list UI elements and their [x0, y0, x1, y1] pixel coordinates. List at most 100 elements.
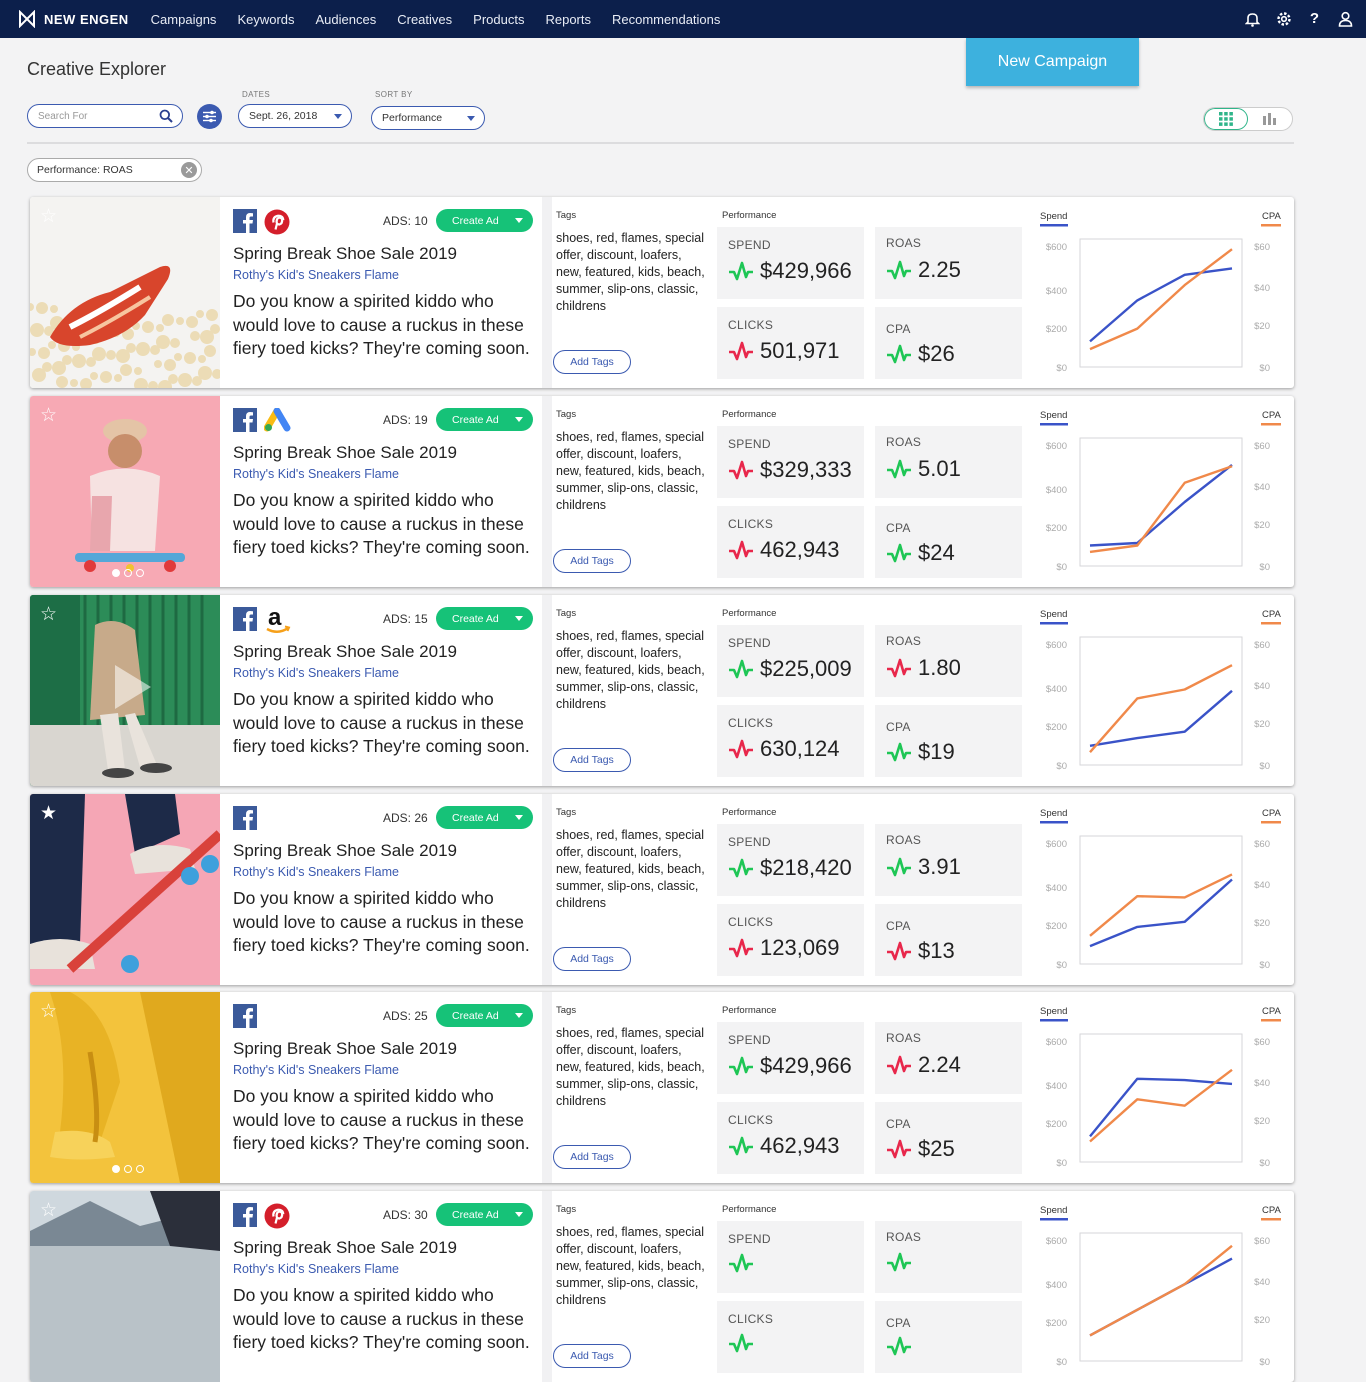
performance-section: Performance SPEND $218,420 ROAS 3.91 CLICK… — [717, 794, 1027, 985]
creative-subtitle[interactable]: Rothy's Kid's Sneakers Flame — [233, 467, 399, 481]
nav-campaigns[interactable]: Campaigns — [151, 12, 217, 27]
nav-recommendations[interactable]: Recommendations — [612, 12, 720, 27]
star-outline-icon[interactable]: ☆ — [40, 406, 57, 425]
star-outline-icon[interactable]: ☆ — [40, 605, 57, 624]
roas-value: 3.91 — [918, 854, 961, 879]
spend-cpa-chart: Spend CPA $600 $400 $200 $0 $60 $40 $20 $0 — [1027, 595, 1294, 786]
chart-svg: Spend CPA $600 $400 $200 $0 $60 $40 $20 $0 — [1040, 1205, 1281, 1368]
spend-label: SPEND — [728, 1232, 771, 1246]
help-icon[interactable]: ? — [1306, 10, 1323, 27]
create-ad-button[interactable]: Create Ad — [436, 806, 533, 829]
add-tags-button[interactable]: Add Tags — [553, 350, 631, 374]
legend-spend-swatch — [1040, 821, 1068, 824]
carousel-dot[interactable] — [124, 569, 132, 577]
clicks-metric: CLICKS 630,124 — [717, 705, 864, 777]
roas-metric: ROAS 2.24 — [875, 1022, 1022, 1094]
create-ad-button[interactable]: Create Ad — [436, 209, 533, 232]
clicks-value: 630,124 — [760, 736, 840, 761]
carousel-dots[interactable] — [112, 569, 144, 577]
plot-area — [1079, 238, 1243, 368]
y-left-tick: $600 — [1046, 441, 1067, 452]
y-right-tick: $40 — [1254, 482, 1270, 493]
add-tags-button[interactable]: Add Tags — [553, 1344, 631, 1368]
creative-thumbnail[interactable]: ☆ — [30, 1191, 220, 1382]
sort-select[interactable]: Performance — [371, 106, 485, 130]
clicks-label: CLICKS — [728, 318, 774, 332]
creative-thumbnail[interactable]: ☆ — [30, 992, 220, 1183]
search-input[interactable]: Search For — [27, 104, 183, 128]
creative-subtitle[interactable]: Rothy's Kid's Sneakers Flame — [233, 666, 399, 680]
y-left-tick: $0 — [1056, 1158, 1067, 1169]
create-ad-button[interactable]: Create Ad — [436, 408, 533, 431]
bar-view-button[interactable] — [1248, 108, 1292, 130]
new-campaign-button[interactable]: New Campaign — [966, 38, 1139, 86]
dates-label: DATES — [242, 90, 271, 99]
brand-logo[interactable]: NEW ENGEN — [18, 10, 129, 28]
roas-metric: ROAS 5.01 — [875, 426, 1022, 498]
bell-icon[interactable] — [1244, 10, 1261, 27]
creative-subtitle[interactable]: Rothy's Kid's Sneakers Flame — [233, 1063, 399, 1077]
amazon-icon: a — [264, 604, 292, 640]
nav-reports[interactable]: Reports — [545, 12, 591, 27]
add-tags-button[interactable]: Add Tags — [553, 549, 631, 573]
carousel-dots[interactable] — [112, 1165, 144, 1173]
create-ad-label: Create Ad — [452, 1009, 499, 1022]
creative-title: Spring Break Shoe Sale 2019 — [233, 841, 457, 860]
creative-thumbnail[interactable]: ☆ — [30, 396, 220, 587]
carousel-dot[interactable] — [136, 569, 144, 577]
legend-cpa-swatch — [1261, 1019, 1281, 1022]
performance-label: Performance — [722, 807, 777, 818]
y-right-tick: $60 — [1254, 441, 1270, 452]
grid-view-button[interactable] — [1204, 108, 1249, 130]
date-select[interactable]: Sept. 26, 2018 — [238, 104, 352, 128]
legend-spend: Spend — [1040, 609, 1067, 620]
tags-section: Tags shoes, red, flames, special offer, … — [552, 992, 717, 1183]
trend-up-icon — [887, 459, 911, 479]
creative-thumbnail[interactable]: ☆ — [30, 197, 220, 388]
star-filled-icon[interactable]: ★ — [40, 804, 57, 823]
nav-audiences[interactable]: Audiences — [316, 12, 377, 27]
create-ad-button[interactable]: Create Ad — [436, 1004, 533, 1027]
roas-metric: ROAS — [875, 1221, 1022, 1293]
carousel-dot[interactable] — [112, 1165, 120, 1173]
search-icon[interactable] — [159, 109, 173, 123]
tags-section: Tags shoes, red, flames, special offer, … — [552, 595, 717, 786]
filter-chip-label: Performance: ROAS — [37, 164, 133, 176]
star-outline-icon[interactable]: ☆ — [40, 1201, 57, 1220]
chevron-down-icon — [334, 114, 342, 119]
performance-section: Performance SPEND $429,966 ROAS 2.25 CLICK… — [717, 197, 1027, 388]
close-icon[interactable]: ✕ — [181, 162, 197, 178]
chevron-down-icon — [515, 616, 523, 621]
creative-subtitle[interactable]: Rothy's Kid's Sneakers Flame — [233, 1262, 399, 1276]
add-tags-button[interactable]: Add Tags — [553, 947, 631, 971]
create-ad-button[interactable]: Create Ad — [436, 607, 533, 630]
creative-subtitle[interactable]: Rothy's Kid's Sneakers Flame — [233, 268, 399, 282]
creative-subtitle[interactable]: Rothy's Kid's Sneakers Flame — [233, 865, 399, 879]
star-outline-icon[interactable]: ☆ — [40, 207, 57, 226]
nav-products[interactable]: Products — [473, 12, 524, 27]
creative-card: ☆ ADS: 25 Create Ad Spring Break Shoe Sa… — [30, 992, 1294, 1183]
cpa-label: CPA — [886, 521, 911, 535]
add-tags-button[interactable]: Add Tags — [553, 748, 631, 772]
create-ad-button[interactable]: Create Ad — [436, 1203, 533, 1226]
carousel-dot[interactable] — [136, 1165, 144, 1173]
carousel-dot[interactable] — [112, 569, 120, 577]
add-tags-button[interactable]: Add Tags — [553, 1145, 631, 1169]
creative-thumbnail[interactable]: ★ — [30, 794, 220, 985]
gear-icon[interactable] — [1275, 10, 1292, 27]
y-right-tick: $40 — [1254, 283, 1270, 294]
creative-title: Spring Break Shoe Sale 2019 — [233, 443, 457, 462]
spend-label: SPEND — [728, 636, 771, 650]
spend-cpa-chart: Spend CPA $600 $400 $200 $0 $60 $40 $20 $0 — [1027, 396, 1294, 587]
play-icon[interactable] — [115, 665, 151, 709]
legend-cpa: CPA — [1262, 808, 1281, 819]
filter-settings-button[interactable] — [197, 104, 222, 129]
carousel-dot[interactable] — [124, 1165, 132, 1173]
creative-thumbnail[interactable]: ☆ — [30, 595, 220, 786]
legend-spend-swatch — [1040, 1218, 1068, 1221]
user-icon[interactable] — [1337, 10, 1354, 27]
nav-creatives[interactable]: Creatives — [397, 12, 452, 27]
star-outline-icon[interactable]: ☆ — [40, 1002, 57, 1021]
roas-value: 1.80 — [918, 655, 961, 680]
nav-keywords[interactable]: Keywords — [237, 12, 294, 27]
